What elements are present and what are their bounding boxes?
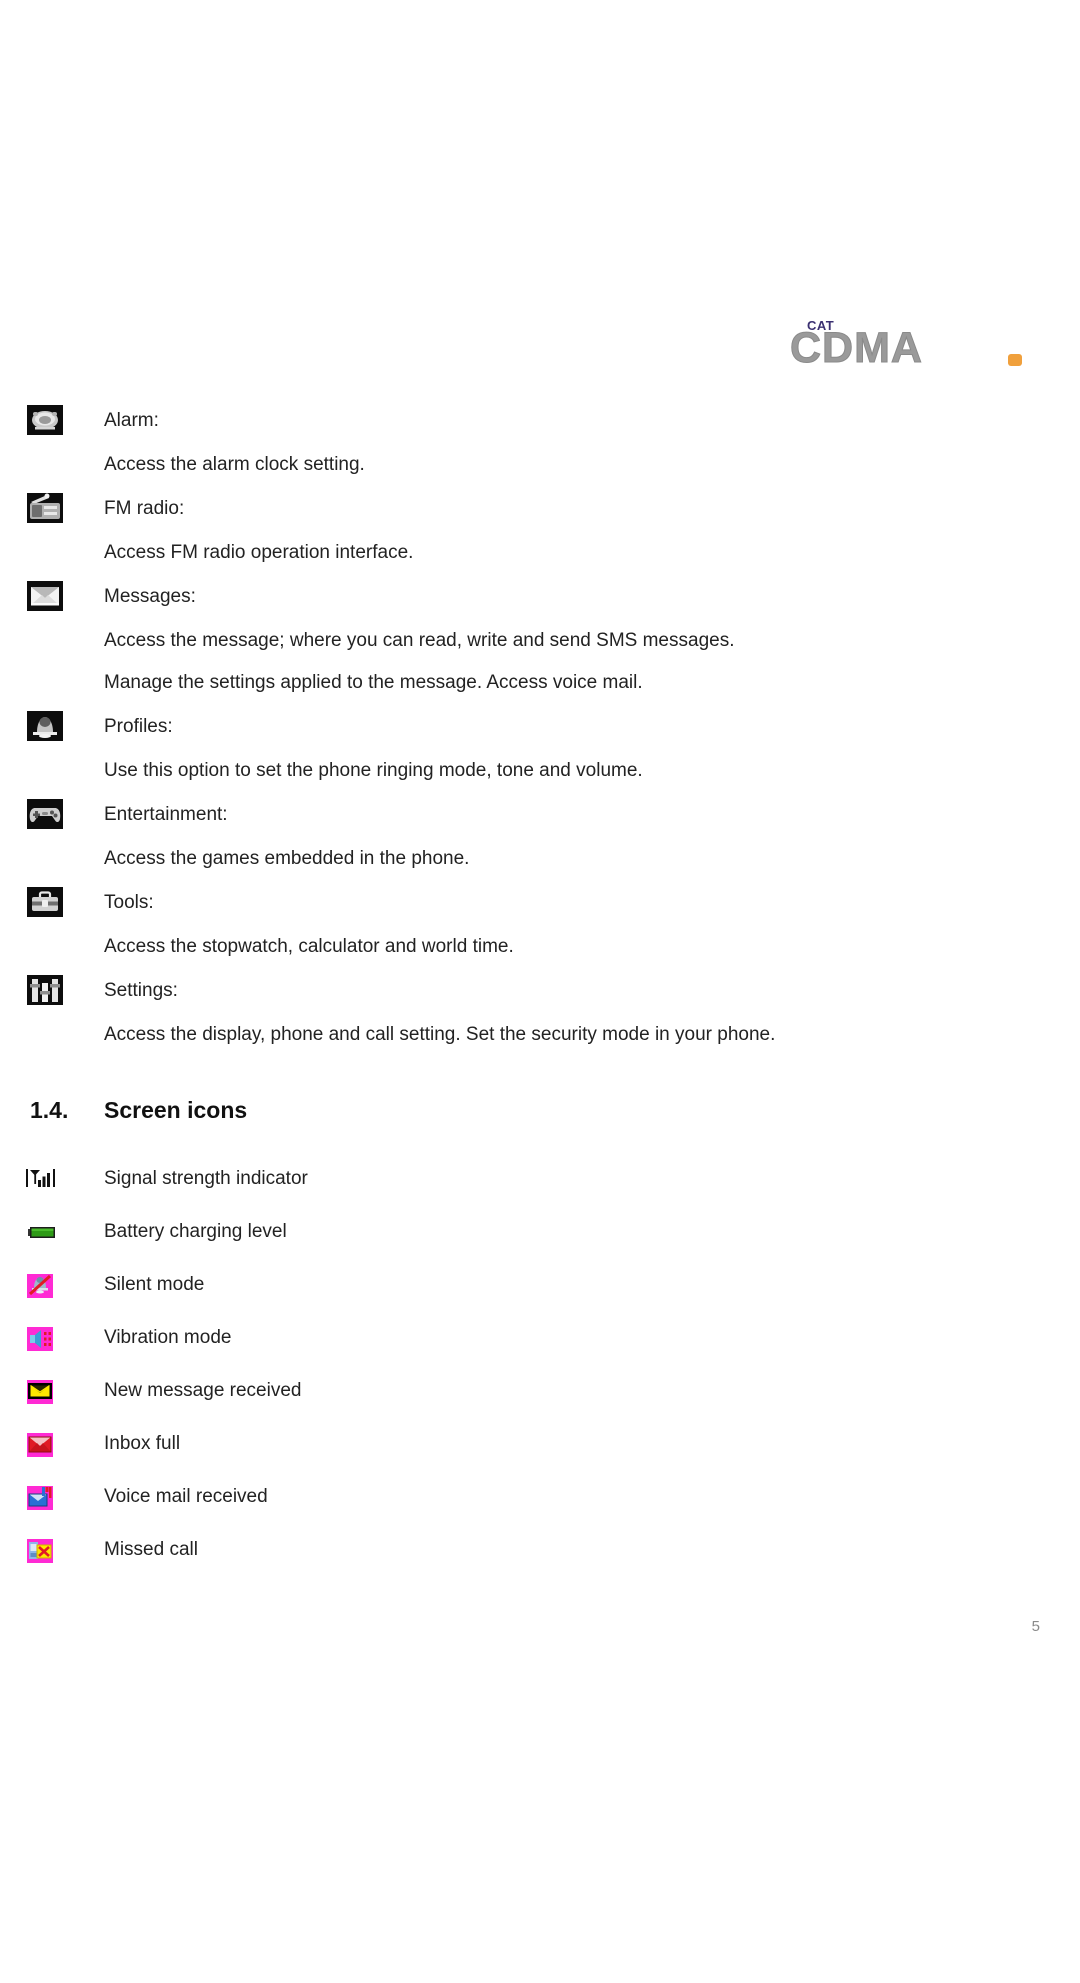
screen-icon-label: Silent mode (104, 1274, 205, 1295)
menu-feature-list: Alarm: Access the alarm clock setting. F… (0, 398, 1080, 1056)
logo-cdma-text: CDMA (790, 324, 923, 372)
entry-description: Access the stopwatch, calculator and wor… (104, 936, 514, 957)
entry-title: Profiles: (104, 716, 173, 737)
entry-description: Access the alarm clock setting. (104, 454, 365, 475)
screen-icon-row: Inbox full (0, 1417, 1080, 1470)
menu-entry-tools: Tools: Access the stopwatch, calculator … (0, 880, 1080, 968)
section-number: 1.4. (30, 1097, 69, 1123)
menu-entry-alarm: Alarm: Access the alarm clock setting. (0, 398, 1080, 486)
screen-icons-list: Signal strength indicator Battery chargi… (0, 1152, 1080, 1576)
screen-icon-row: Voice mail received (0, 1470, 1080, 1523)
entry-title: Settings: (104, 980, 178, 1001)
cat-cdma-logo: CAT CDMA (790, 318, 1030, 370)
entry-title: Alarm: (104, 410, 159, 431)
entry-description: Access the display, phone and call setti… (104, 1024, 776, 1045)
entry-description: Access FM radio operation interface. (104, 542, 414, 563)
screen-icon-label: Inbox full (104, 1433, 181, 1454)
silent-mode-icon (24, 1269, 58, 1301)
battery-icon (24, 1216, 58, 1248)
inbox-full-icon (24, 1428, 58, 1460)
screen-icon-row: Silent mode (0, 1258, 1080, 1311)
document-page: CAT CDMA Alarm: Access the alarm clock s… (0, 0, 1080, 1983)
menu-entry-settings: Settings: Access the display, phone and … (0, 968, 1080, 1056)
screen-icon-label: Missed call (104, 1539, 198, 1560)
new-message-icon (24, 1375, 58, 1407)
screen-icon-label: New message received (104, 1380, 302, 1401)
entry-description: Access the message; where you can read, … (104, 630, 735, 651)
signal-strength-icon (24, 1163, 58, 1195)
vibration-mode-icon (24, 1322, 58, 1354)
menu-entry-fm-radio: FM radio: Access FM radio operation inte… (0, 486, 1080, 574)
menu-entry-messages: Messages: Access the message; where you … (0, 574, 1080, 704)
menu-entry-profiles: Profiles: Use this option to set the pho… (0, 704, 1080, 792)
screen-icon-row: Vibration mode (0, 1311, 1080, 1364)
section-title: Screen icons (104, 1097, 248, 1123)
screen-icon-row: Missed call (0, 1523, 1080, 1576)
entry-description: Manage the settings applied to the messa… (104, 672, 643, 693)
logo-accent-dot (1008, 354, 1022, 366)
screen-icon-label: Signal strength indicator (104, 1168, 308, 1189)
screen-icon-label: Vibration mode (104, 1327, 232, 1348)
missed-call-icon (24, 1534, 58, 1566)
screen-icon-label: Battery charging level (104, 1221, 287, 1242)
screen-icon-label: Voice mail received (104, 1486, 268, 1507)
entry-description: Use this option to set the phone ringing… (104, 760, 643, 781)
screen-icon-row: Signal strength indicator (0, 1152, 1080, 1205)
entry-title: Entertainment: (104, 804, 228, 825)
entry-title: Tools: (104, 892, 154, 913)
entry-title: FM radio: (104, 498, 185, 519)
entry-description: Access the games embedded in the phone. (104, 848, 470, 869)
screen-icon-row: New message received (0, 1364, 1080, 1417)
entry-title: Messages: (104, 586, 196, 607)
screen-icon-row: Battery charging level (0, 1205, 1080, 1258)
page-number: 5 (1031, 1618, 1040, 1635)
voice-mail-icon (24, 1481, 58, 1513)
menu-entry-entertainment: Entertainment: Access the games embedded… (0, 792, 1080, 880)
section-heading: 1.4. Screen icons (0, 1097, 1080, 1137)
